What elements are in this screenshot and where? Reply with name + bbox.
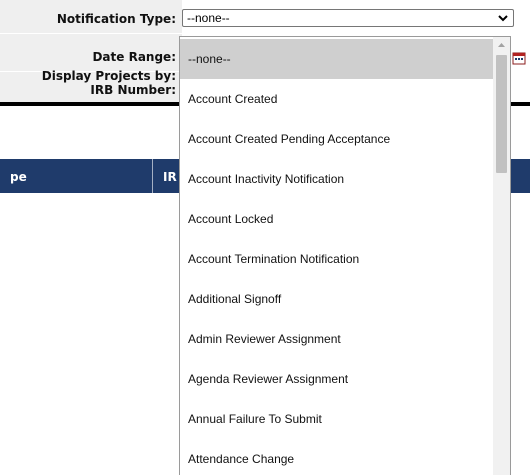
dropdown-scrollbar[interactable] <box>493 37 510 475</box>
option-label: Account Locked <box>188 212 274 226</box>
option-account-termination-notification[interactable]: Account Termination Notification <box>180 239 494 279</box>
column-header-type[interactable]: pe <box>10 170 27 184</box>
option-none[interactable]: --none-- <box>180 39 494 79</box>
option-additional-signoff[interactable]: Additional Signoff <box>180 279 494 319</box>
notification-type-select[interactable]: --none-- <box>182 9 514 27</box>
option-label: Account Created <box>188 92 278 106</box>
calendar-icon[interactable] <box>512 51 526 65</box>
irb-number-label: IRB Number: <box>90 83 176 97</box>
label-column: Notification Type: Date Range: Display P… <box>0 0 182 104</box>
display-projects-by-label: Display Projects by: <box>41 69 176 83</box>
option-label: Account Inactivity Notification <box>188 172 345 186</box>
option-label: Admin Reviewer Assignment <box>188 332 341 346</box>
notification-type-label: Notification Type: <box>56 12 176 26</box>
date-range-label: Date Range: <box>92 50 176 64</box>
option-account-created-pending-acceptance[interactable]: Account Created Pending Acceptance <box>180 119 494 159</box>
option-annual-failure-to-submit[interactable]: Annual Failure To Submit <box>180 399 494 439</box>
chevron-down-icon <box>498 15 508 22</box>
notification-type-dropdown[interactable]: --none-- Account Created Account Created… <box>179 36 511 475</box>
column-separator <box>152 159 153 193</box>
column-header-irb[interactable]: IR <box>163 170 177 184</box>
option-attendance-change[interactable]: Attendance Change <box>180 439 494 475</box>
option-label: Account Termination Notification <box>188 252 360 266</box>
option-account-created[interactable]: Account Created <box>180 79 494 119</box>
option-label: --none-- <box>188 52 231 66</box>
option-agenda-reviewer-assignment[interactable]: Agenda Reviewer Assignment <box>180 359 494 399</box>
option-label: Annual Failure To Submit <box>188 412 322 426</box>
option-label: Agenda Reviewer Assignment <box>188 372 349 386</box>
row-divider <box>0 33 182 34</box>
option-admin-reviewer-assignment[interactable]: Admin Reviewer Assignment <box>180 319 494 359</box>
notification-type-value: --none-- <box>187 11 230 25</box>
scrollbar-thumb[interactable] <box>496 55 507 173</box>
option-label: Attendance Change <box>188 452 295 466</box>
option-label: Account Created Pending Acceptance <box>188 132 391 146</box>
triangle-up-icon[interactable] <box>493 37 510 54</box>
option-account-inactivity-notification[interactable]: Account Inactivity Notification <box>180 159 494 199</box>
option-account-locked[interactable]: Account Locked <box>180 199 494 239</box>
option-label: Additional Signoff <box>188 292 282 306</box>
